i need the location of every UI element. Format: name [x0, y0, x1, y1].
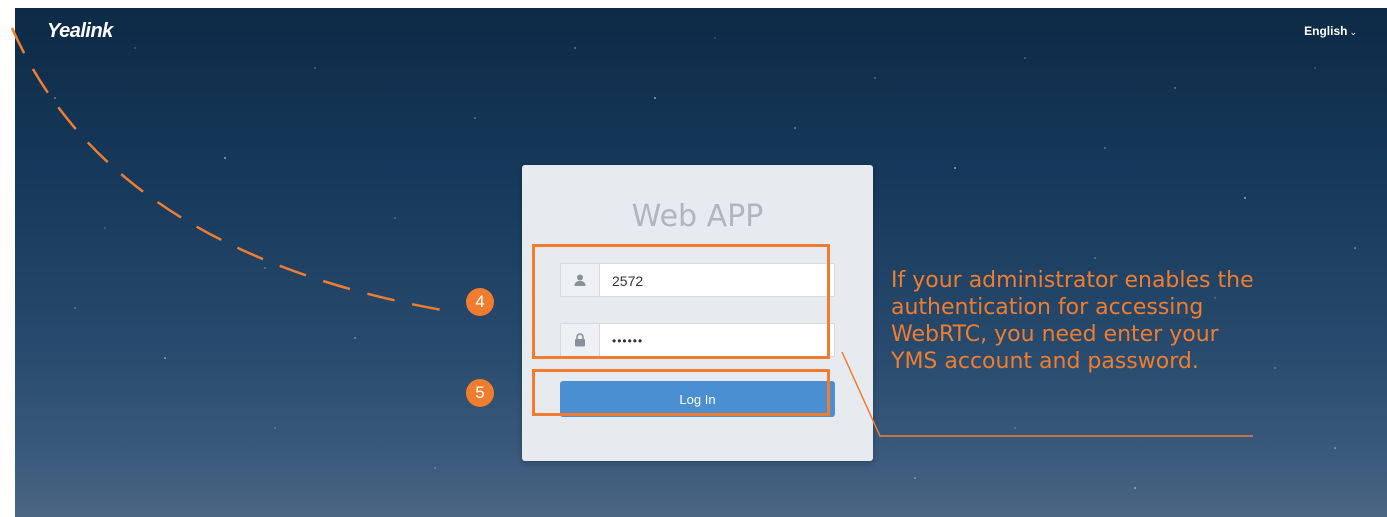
instruction-note: If your administrator enables the authen… — [891, 268, 1254, 374]
credentials-highlight — [532, 244, 830, 359]
yealink-logo: Yealink — [47, 20, 113, 42]
language-label: English — [1304, 24, 1348, 38]
chevron-down-icon: ⌄ — [1349, 27, 1357, 37]
step-badge-4: 4 — [466, 288, 494, 316]
step-badge-5: 5 — [466, 379, 494, 407]
language-selector[interactable]: English ⌄ — [1304, 24, 1357, 38]
page-title: Web APP — [631, 199, 764, 234]
login-button-highlight — [532, 369, 830, 416]
